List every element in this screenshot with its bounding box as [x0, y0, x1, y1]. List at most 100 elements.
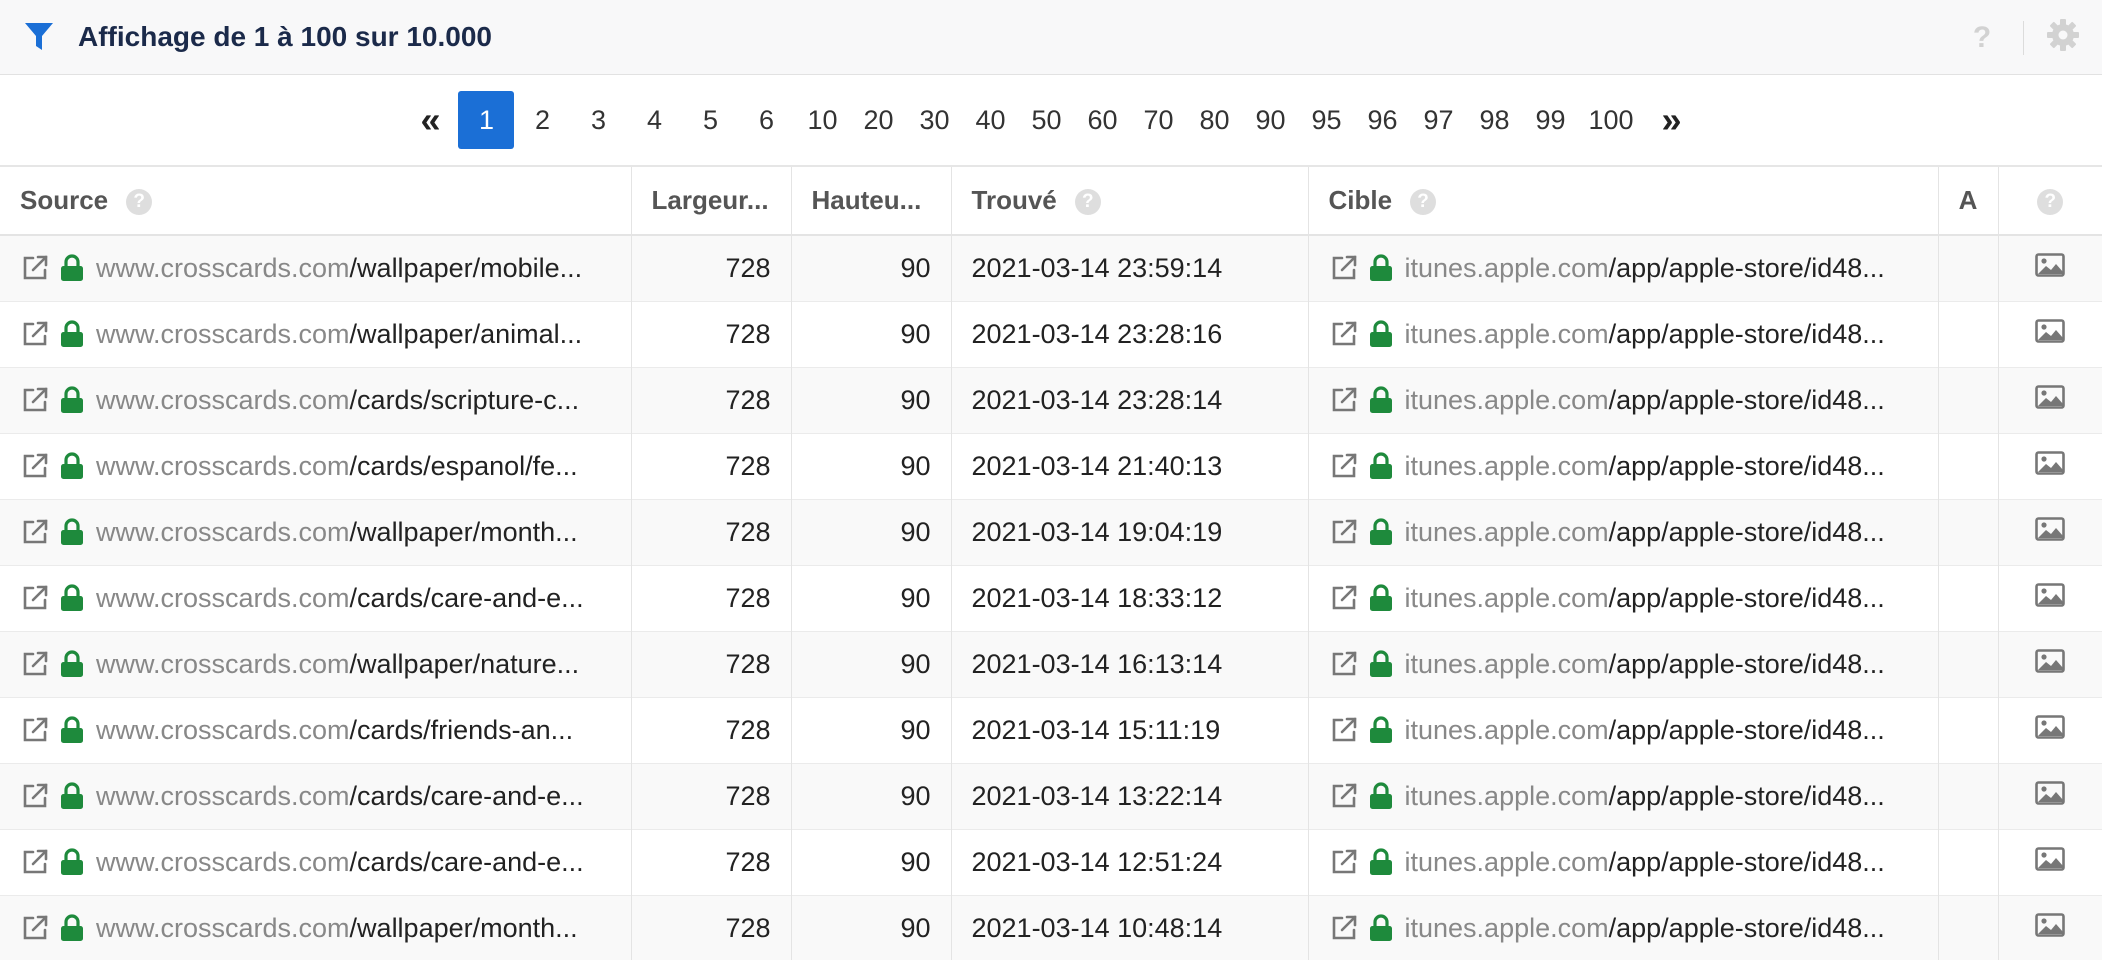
- target-url-link[interactable]: itunes.apple.com/app/apple-store/id48...: [1405, 583, 1885, 614]
- lock-icon: [60, 452, 84, 480]
- image-icon[interactable]: [2035, 318, 2066, 349]
- col-help[interactable]: ?: [1998, 167, 2102, 235]
- external-link-icon[interactable]: [20, 451, 50, 481]
- col-a[interactable]: A: [1938, 167, 1999, 235]
- page-3-button[interactable]: 3: [570, 91, 626, 149]
- image-icon[interactable]: [2035, 384, 2066, 415]
- page-5-button[interactable]: 5: [682, 91, 738, 149]
- target-url-link[interactable]: itunes.apple.com/app/apple-store/id48...: [1405, 319, 1885, 350]
- external-link-icon[interactable]: [1329, 913, 1359, 943]
- page-99-button[interactable]: 99: [1522, 91, 1578, 149]
- image-icon[interactable]: [2035, 780, 2066, 811]
- page-80-button[interactable]: 80: [1186, 91, 1242, 149]
- gear-icon[interactable]: [2046, 18, 2080, 57]
- external-link-icon[interactable]: [1329, 451, 1359, 481]
- height-cell: 90: [791, 697, 952, 763]
- page-70-button[interactable]: 70: [1130, 91, 1186, 149]
- page-10-button[interactable]: 10: [794, 91, 850, 149]
- page-90-button[interactable]: 90: [1242, 91, 1298, 149]
- filter-icon[interactable]: [24, 20, 58, 54]
- help-icon[interactable]: ?: [1074, 189, 1101, 215]
- help-icon[interactable]: ?: [1967, 21, 1997, 55]
- external-link-icon[interactable]: [1329, 253, 1359, 283]
- external-link-icon[interactable]: [1329, 583, 1359, 613]
- page-6-button[interactable]: 6: [738, 91, 794, 149]
- target-url-link[interactable]: itunes.apple.com/app/apple-store/id48...: [1405, 385, 1885, 416]
- next-pages-button[interactable]: »: [1644, 91, 1700, 149]
- a-cell: [1938, 433, 1999, 499]
- source-url-link[interactable]: www.crosscards.com/wallpaper/animal...: [96, 319, 582, 350]
- table-row: www.crosscards.com/wallpaper/nature... 72…: [0, 631, 2102, 697]
- source-url-link[interactable]: www.crosscards.com/cards/scripture-c...: [96, 385, 579, 416]
- page-50-button[interactable]: 50: [1018, 91, 1074, 149]
- external-link-icon[interactable]: [1329, 385, 1359, 415]
- target-url-link[interactable]: itunes.apple.com/app/apple-store/id48...: [1405, 847, 1885, 878]
- external-link-icon[interactable]: [20, 847, 50, 877]
- page-30-button[interactable]: 30: [906, 91, 962, 149]
- external-link-icon[interactable]: [1329, 319, 1359, 349]
- target-url-link[interactable]: itunes.apple.com/app/apple-store/id48...: [1405, 781, 1885, 812]
- external-link-icon[interactable]: [20, 781, 50, 811]
- image-icon[interactable]: [2035, 648, 2066, 679]
- help-icon[interactable]: ?: [126, 189, 153, 215]
- target-url-link[interactable]: itunes.apple.com/app/apple-store/id48...: [1405, 715, 1885, 746]
- col-source[interactable]: Source?: [0, 167, 632, 235]
- page-97-button[interactable]: 97: [1410, 91, 1466, 149]
- page-4-button[interactable]: 4: [626, 91, 682, 149]
- image-icon[interactable]: [2035, 450, 2066, 481]
- image-icon[interactable]: [2035, 912, 2066, 943]
- external-link-icon[interactable]: [1329, 847, 1359, 877]
- image-icon[interactable]: [2035, 582, 2066, 613]
- source-url-link[interactable]: www.crosscards.com/cards/espanol/fe...: [96, 451, 578, 482]
- source-url-link[interactable]: www.crosscards.com/wallpaper/month...: [96, 913, 578, 944]
- header-actions: ?: [1967, 0, 2080, 75]
- target-url-link[interactable]: itunes.apple.com/app/apple-store/id48...: [1405, 517, 1885, 548]
- image-icon[interactable]: [2035, 714, 2066, 745]
- source-url-link[interactable]: www.crosscards.com/cards/care-and-e...: [96, 781, 584, 812]
- table-header-row: Source? Largeur... Hauteu... Trouvé? Cib…: [0, 167, 2102, 235]
- image-icon[interactable]: [2035, 516, 2066, 547]
- external-link-icon[interactable]: [20, 253, 50, 283]
- page-95-button[interactable]: 95: [1298, 91, 1354, 149]
- target-url-link[interactable]: itunes.apple.com/app/apple-store/id48...: [1405, 451, 1885, 482]
- help-icon[interactable]: ?: [2037, 189, 2064, 215]
- prev-pages-button[interactable]: «: [402, 91, 458, 149]
- target-url-link[interactable]: itunes.apple.com/app/apple-store/id48...: [1405, 649, 1885, 680]
- external-link-icon[interactable]: [1329, 649, 1359, 679]
- external-link-icon[interactable]: [1329, 781, 1359, 811]
- table-row: www.crosscards.com/wallpaper/mobile... 72…: [0, 235, 2102, 301]
- page-40-button[interactable]: 40: [962, 91, 1018, 149]
- col-hauteur[interactable]: Hauteu...: [791, 167, 952, 235]
- source-url-link[interactable]: www.crosscards.com/cards/care-and-e...: [96, 583, 584, 614]
- page-96-button[interactable]: 96: [1354, 91, 1410, 149]
- page-98-button[interactable]: 98: [1466, 91, 1522, 149]
- source-url-link[interactable]: www.crosscards.com/wallpaper/month...: [96, 517, 578, 548]
- external-link-icon[interactable]: [20, 319, 50, 349]
- source-url-link[interactable]: www.crosscards.com/wallpaper/nature...: [96, 649, 579, 680]
- image-icon[interactable]: [2035, 252, 2066, 283]
- image-icon[interactable]: [2035, 846, 2066, 877]
- external-link-icon[interactable]: [1329, 715, 1359, 745]
- page-2-button[interactable]: 2: [514, 91, 570, 149]
- target-url-link[interactable]: itunes.apple.com/app/apple-store/id48...: [1405, 253, 1885, 284]
- target-url-link[interactable]: itunes.apple.com/app/apple-store/id48...: [1405, 913, 1885, 944]
- source-url-link[interactable]: www.crosscards.com/cards/care-and-e...: [96, 847, 584, 878]
- col-cible[interactable]: Cible?: [1308, 167, 1939, 235]
- col-largeur[interactable]: Largeur...: [631, 167, 792, 235]
- external-link-icon[interactable]: [20, 715, 50, 745]
- source-url-link[interactable]: www.crosscards.com/wallpaper/mobile...: [96, 253, 582, 284]
- external-link-icon[interactable]: [20, 913, 50, 943]
- page-1-button[interactable]: 1: [458, 91, 515, 149]
- a-cell: [1938, 499, 1999, 565]
- col-trouve[interactable]: Trouvé?: [951, 167, 1309, 235]
- page-20-button[interactable]: 20: [850, 91, 906, 149]
- external-link-icon[interactable]: [20, 649, 50, 679]
- external-link-icon[interactable]: [20, 517, 50, 547]
- source-url-link[interactable]: www.crosscards.com/cards/friends-an...: [96, 715, 573, 746]
- page-60-button[interactable]: 60: [1074, 91, 1130, 149]
- external-link-icon[interactable]: [1329, 517, 1359, 547]
- help-icon[interactable]: ?: [1410, 189, 1437, 215]
- external-link-icon[interactable]: [20, 385, 50, 415]
- page-100-button[interactable]: 100: [1578, 91, 1643, 149]
- external-link-icon[interactable]: [20, 583, 50, 613]
